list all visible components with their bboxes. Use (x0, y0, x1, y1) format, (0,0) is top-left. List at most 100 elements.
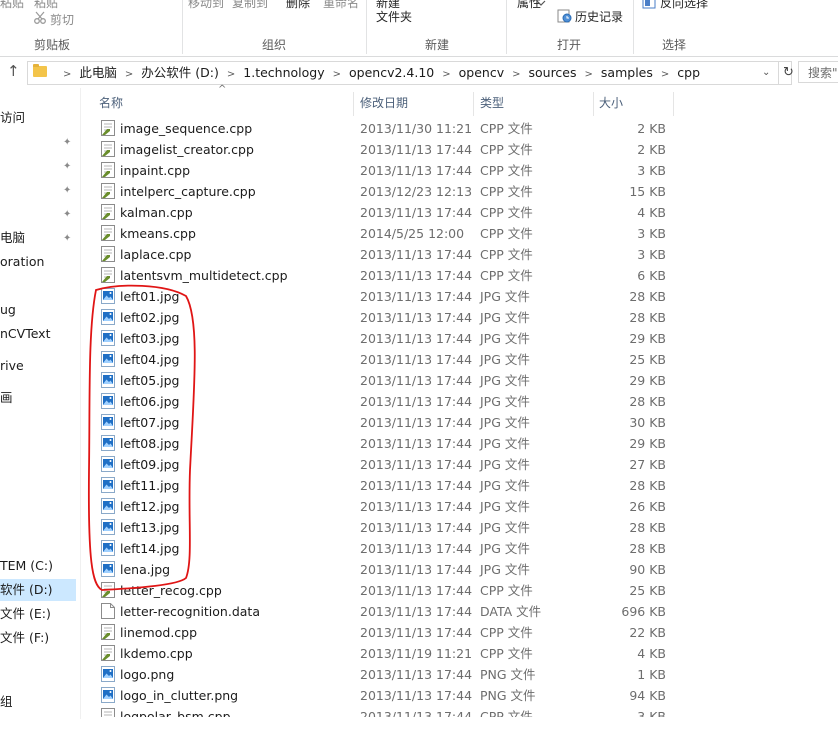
column-divider[interactable] (353, 92, 354, 116)
cpp-file-icon (101, 708, 115, 717)
nav-item[interactable]: 文件 (E:) (0, 606, 51, 622)
file-row[interactable]: image_sequence.cpp 2013/11/30 11:21 CPP 文件… (90, 118, 680, 139)
move-to-button[interactable]: 移动到 (188, 0, 224, 11)
file-row[interactable]: left12.jpg 2013/11/13 17:44 JPG 文件 26 KB (90, 496, 680, 517)
search-input[interactable]: 搜索" (798, 61, 838, 83)
nav-item[interactable]: ug (0, 302, 16, 318)
address-bar[interactable]: > 此电脑 > 办公软件 (D:) >1.technology > opencv2.4.10… (27, 61, 795, 85)
delete-button[interactable]: 删除 (286, 0, 310, 11)
file-row[interactable]: intelperc_capture.cpp 2013/12/23 12:13 CPP… (90, 181, 680, 202)
nav-item[interactable]: oration (0, 254, 44, 270)
up-arrow-icon[interactable]: ↑ (7, 62, 20, 80)
scissors-icon[interactable] (33, 11, 47, 25)
file-row[interactable]: lena.jpg 2013/11/13 17:44 JPG 文件 90 KB (90, 559, 680, 580)
rename-button[interactable]: 重命名 (323, 0, 359, 11)
file-type: CPP 文件 (480, 142, 533, 157)
column-header-name[interactable]: 名称 (99, 92, 123, 114)
file-row[interactable]: left09.jpg 2013/11/13 17:44 JPG 文件 27 KB (90, 454, 680, 475)
breadcrumb-item[interactable]: opencv2.4.10 (349, 65, 434, 80)
pin-icon[interactable]: ✦ (63, 233, 73, 244)
file-row[interactable]: inpaint.cpp 2013/11/13 17:44 CPP 文件 3 KB (90, 160, 680, 181)
paste-extra-label: 粘贴 (34, 0, 59, 10)
column-divider[interactable] (473, 92, 474, 116)
paste-button-label[interactable]: 粘贴 (0, 0, 24, 11)
breadcrumb-separator-icon[interactable]: > (512, 69, 520, 80)
file-row[interactable]: letter-recognition.data 2013/11/13 17:44 D… (90, 601, 680, 622)
file-size: 94 KB (629, 688, 666, 703)
image-file-icon (101, 393, 115, 409)
file-row[interactable]: left01.jpg 2013/11/13 17:44 JPG 文件 28 KB (90, 286, 680, 307)
refresh-icon[interactable]: ↻ (778, 62, 795, 84)
breadcrumb-separator-icon[interactable]: > (333, 69, 341, 80)
copy-to-button[interactable]: 复制到 (232, 0, 268, 11)
file-date: 2013/11/13 17:44 (360, 478, 473, 493)
pin-icon[interactable]: ✦ (63, 161, 73, 172)
file-row[interactable]: left07.jpg 2013/11/13 17:44 JPG 文件 30 KB (90, 412, 680, 433)
file-size: 29 KB (629, 436, 666, 451)
nav-item[interactable]: TEM (C:) (0, 558, 53, 574)
column-divider[interactable] (593, 92, 594, 116)
nav-item[interactable]: 电脑 (0, 230, 25, 246)
nav-item[interactable]: 软件 (D:) (0, 579, 76, 601)
file-row[interactable]: logo_in_clutter.png 2013/11/13 17:44 PNG 文… (90, 685, 680, 706)
file-row[interactable]: left03.jpg 2013/11/13 17:44 JPG 文件 29 KB (90, 328, 680, 349)
file-row[interactable]: laplace.cpp 2013/11/13 17:44 CPP 文件 3 KB (90, 244, 680, 265)
file-row[interactable]: left06.jpg 2013/11/13 17:44 JPG 文件 28 KB (90, 391, 680, 412)
file-row[interactable]: kmeans.cpp 2014/5/25 12:00 CPP 文件 3 KB (90, 223, 680, 244)
image-file-icon (101, 666, 115, 682)
breadcrumb-separator-icon[interactable]: > (63, 69, 71, 80)
breadcrumb-separator-icon[interactable]: > (227, 69, 235, 80)
column-header-size[interactable]: 大小 (599, 92, 623, 114)
column-header-date[interactable]: 修改日期 (360, 92, 408, 114)
breadcrumb-separator-icon[interactable]: > (661, 69, 669, 80)
pin-icon[interactable]: ✦ (63, 137, 73, 148)
file-row[interactable]: latentsvm_multidetect.cpp 2013/11/13 17:4… (90, 265, 680, 286)
file-type: CPP 文件 (480, 184, 533, 199)
cut-button[interactable]: 剪切 (50, 11, 74, 28)
file-row[interactable]: logpolar_bsm.cpp 2013/11/13 17:44 CPP 文件 3 … (90, 706, 680, 717)
nav-item[interactable]: 访问 (0, 110, 25, 126)
nav-item[interactable]: rive (0, 358, 24, 374)
file-date: 2013/11/13 17:44 (360, 331, 473, 346)
breadcrumb-separator-icon[interactable]: > (442, 69, 450, 80)
column-header-type[interactable]: 类型 (480, 92, 504, 114)
file-size: 29 KB (629, 331, 666, 346)
file-date: 2013/11/13 17:44 (360, 310, 473, 325)
file-row[interactable]: kalman.cpp 2013/11/13 17:44 CPP 文件 4 KB (90, 202, 680, 223)
breadcrumb-separator-icon[interactable]: > (125, 69, 133, 80)
file-row[interactable]: letter_recog.cpp 2013/11/13 17:44 CPP 文件 25… (90, 580, 680, 601)
breadcrumb-item[interactable]: 办公软件 (D:) (141, 65, 219, 80)
nav-item[interactable]: nCVText (0, 326, 50, 342)
file-row[interactable]: imagelist_creator.cpp 2013/11/13 17:44 CPP… (90, 139, 680, 160)
file-row[interactable]: logo.png 2013/11/13 17:44 PNG 文件 1 KB (90, 664, 680, 685)
nav-item[interactable]: 文件 (F:) (0, 630, 49, 646)
file-row[interactable]: left11.jpg 2013/11/13 17:44 JPG 文件 28 KB (90, 475, 680, 496)
pin-icon[interactable]: ✦ (63, 185, 73, 196)
breadcrumb-item[interactable]: opencv (459, 65, 504, 80)
breadcrumb-separator-icon[interactable]: > (585, 69, 593, 80)
column-divider[interactable] (673, 92, 674, 116)
file-row[interactable]: left04.jpg 2013/11/13 17:44 JPG 文件 25 KB (90, 349, 680, 370)
breadcrumb-item[interactable]: cpp (677, 65, 700, 80)
image-file-icon (101, 498, 115, 514)
nav-item[interactable]: 画 (0, 390, 13, 406)
file-row[interactable]: left05.jpg 2013/11/13 17:44 JPG 文件 29 KB (90, 370, 680, 391)
breadcrumb-item[interactable]: 此电脑 (79, 65, 117, 80)
breadcrumb-item[interactable]: samples (601, 65, 653, 80)
nav-item[interactable]: 组 (0, 694, 13, 710)
file-row[interactable]: linemod.cpp 2013/11/13 17:44 CPP 文件 22 KB (90, 622, 680, 643)
breadcrumb-item[interactable]: 1.technology (243, 65, 324, 80)
chevron-down-icon[interactable]: ⌄ (762, 62, 770, 84)
invert-selection-button[interactable]: 反向选择 (660, 0, 708, 11)
file-row[interactable]: lkdemo.cpp 2013/11/19 11:21 CPP 文件 4 KB (90, 643, 680, 664)
file-row[interactable]: left02.jpg 2013/11/13 17:44 JPG 文件 28 KB (90, 307, 680, 328)
new-folder-button[interactable]: 文件夹 (376, 8, 412, 25)
breadcrumb-item[interactable]: sources (528, 65, 576, 80)
pin-icon[interactable]: ✦ (63, 209, 73, 220)
file-type: DATA 文件 (480, 604, 542, 619)
file-row[interactable]: left14.jpg 2013/11/13 17:44 JPG 文件 28 KB (90, 538, 680, 559)
chevron-down-icon[interactable] (536, 0, 546, 6)
history-button[interactable]: 历史记录 (575, 8, 623, 25)
file-row[interactable]: left08.jpg 2013/11/13 17:44 JPG 文件 29 KB (90, 433, 680, 454)
file-row[interactable]: left13.jpg 2013/11/13 17:44 JPG 文件 28 KB (90, 517, 680, 538)
